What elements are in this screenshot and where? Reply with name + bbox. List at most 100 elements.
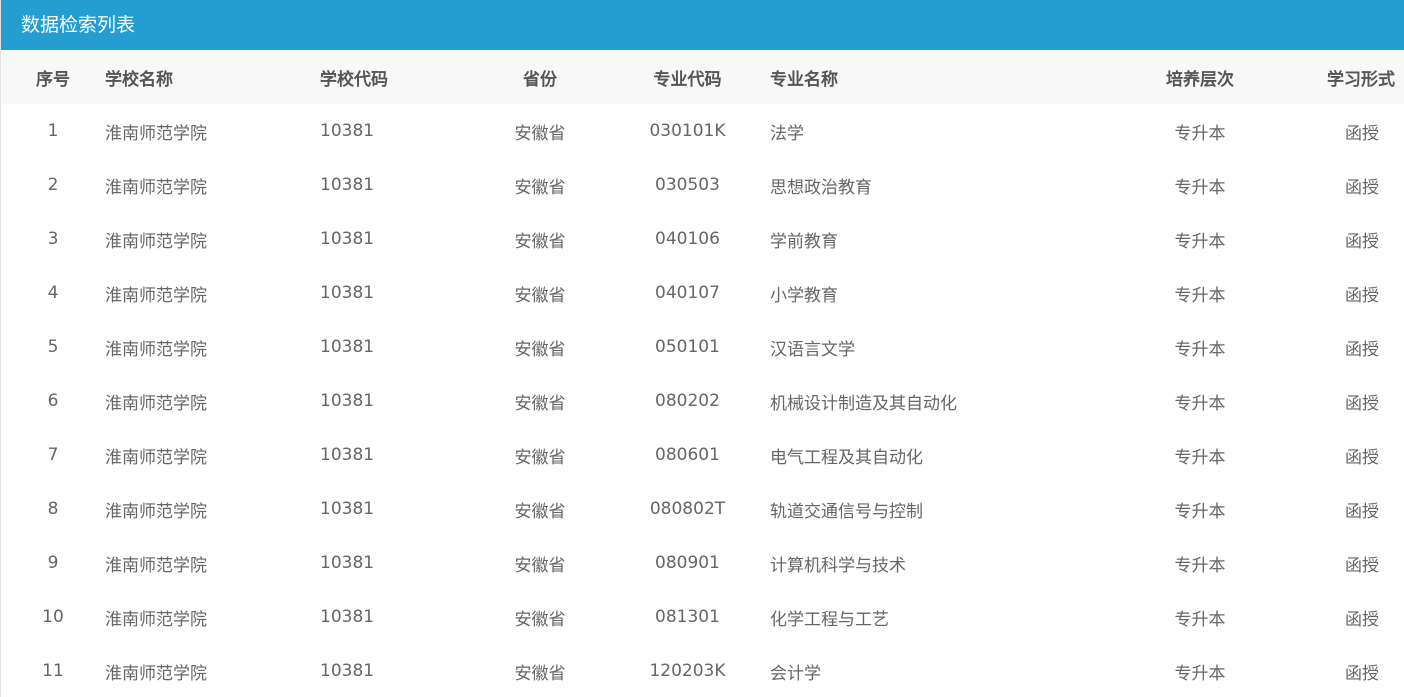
cell-school-code: 10381 [320, 283, 375, 303]
cell-province: 安徽省 [514, 339, 566, 360]
cell-province: 安徽省 [514, 555, 566, 576]
cell-province: 安徽省 [514, 609, 566, 630]
cell-study-form: 函授 [1345, 447, 1379, 468]
cell-study-form: 函授 [1345, 501, 1379, 522]
cell-level: 专升本 [1174, 663, 1226, 684]
cell-index: 1 [47, 121, 59, 141]
cell-major-name: 轨道交通信号与控制 [770, 501, 923, 522]
cell-major-code: 080901 [655, 553, 720, 573]
cell-school-code: 10381 [320, 229, 375, 249]
cell-index: 7 [47, 445, 59, 465]
table-header-row: 序号 学校名称 学校代码 省份 专业代码 专业名称 培养层次 学习形式 [1, 50, 1404, 104]
cell-level: 专升本 [1174, 285, 1226, 306]
cell-school-code: 10381 [320, 391, 375, 411]
table-row: 6 淮南师范学院 10381 安徽省 080202 机械设计制造及其自动化 专升本 函授 [1, 374, 1404, 428]
cell-major-name: 计算机科学与技术 [770, 555, 906, 576]
cell-school-code: 10381 [320, 175, 375, 195]
cell-school-code: 10381 [320, 553, 375, 573]
results-table: 序号 学校名称 学校代码 省份 专业代码 专业名称 培养层次 学习形式 1 淮南师… [1, 50, 1404, 697]
cell-major-name: 电气工程及其自动化 [770, 447, 923, 468]
cell-school-code: 10381 [320, 661, 375, 681]
cell-major-code: 120203K [649, 661, 726, 681]
table-row: 11 淮南师范学院 10381 安徽省 120203K 会计学 专升本 函授 [1, 644, 1404, 697]
table-row: 5 淮南师范学院 10381 安徽省 050101 汉语言文学 专升本 函授 [1, 320, 1404, 374]
cell-school-name: 淮南师范学院 [105, 663, 207, 684]
cell-school-name: 淮南师范学院 [105, 609, 207, 630]
column-header-index: 序号 [36, 69, 70, 90]
cell-major-name: 汉语言文学 [770, 339, 855, 360]
cell-study-form: 函授 [1345, 231, 1379, 252]
table-row: 3 淮南师范学院 10381 安徽省 040106 学前教育 专升本 函授 [1, 212, 1404, 266]
column-header-study-form: 学习形式 [1327, 69, 1395, 90]
cell-major-name: 会计学 [770, 663, 821, 684]
cell-study-form: 函授 [1345, 123, 1379, 144]
cell-school-code: 10381 [320, 499, 375, 519]
cell-study-form: 函授 [1345, 663, 1379, 684]
cell-study-form: 函授 [1345, 609, 1379, 630]
table-row: 8 淮南师范学院 10381 安徽省 080802T 轨道交通信号与控制 专升本 函授 [1, 482, 1404, 536]
cell-school-name: 淮南师范学院 [105, 231, 207, 252]
cell-level: 专升本 [1174, 447, 1226, 468]
table-row: 2 淮南师范学院 10381 安徽省 030503 思想政治教育 专升本 函授 [1, 158, 1404, 212]
cell-study-form: 函授 [1345, 393, 1379, 414]
cell-index: 9 [47, 553, 59, 573]
cell-level: 专升本 [1174, 393, 1226, 414]
column-header-major-code: 专业代码 [653, 69, 722, 90]
cell-study-form: 函授 [1345, 177, 1379, 198]
cell-level: 专升本 [1174, 501, 1226, 522]
table-row: 9 淮南师范学院 10381 安徽省 080901 计算机科学与技术 专升本 函授 [1, 536, 1404, 590]
cell-study-form: 函授 [1345, 339, 1379, 360]
cell-province: 安徽省 [514, 231, 566, 252]
cell-index: 10 [42, 607, 64, 627]
cell-level: 专升本 [1174, 123, 1226, 144]
cell-index: 2 [47, 175, 59, 195]
column-header-major-name: 专业名称 [770, 69, 838, 90]
cell-school-code: 10381 [320, 337, 375, 357]
cell-index: 3 [47, 229, 59, 249]
panel-title: 数据检索列表 [1, 0, 1404, 50]
cell-level: 专升本 [1174, 609, 1226, 630]
cell-index: 8 [47, 499, 59, 519]
cell-province: 安徽省 [514, 447, 566, 468]
cell-province: 安徽省 [514, 501, 566, 522]
cell-school-code: 10381 [320, 445, 375, 465]
column-header-province: 省份 [523, 69, 557, 90]
cell-level: 专升本 [1174, 231, 1226, 252]
cell-major-code: 030503 [655, 175, 720, 195]
cell-school-name: 淮南师范学院 [105, 393, 207, 414]
cell-major-name: 法学 [770, 123, 804, 144]
cell-level: 专升本 [1174, 177, 1226, 198]
cell-school-code: 10381 [320, 121, 375, 141]
cell-province: 安徽省 [514, 177, 566, 198]
cell-index: 5 [47, 337, 59, 357]
cell-study-form: 函授 [1345, 285, 1379, 306]
cell-index: 4 [47, 283, 59, 303]
cell-school-name: 淮南师范学院 [105, 177, 207, 198]
cell-index: 11 [42, 661, 64, 681]
cell-major-code: 040107 [655, 283, 720, 303]
column-header-school-name: 学校名称 [105, 69, 173, 90]
cell-school-name: 淮南师范学院 [105, 285, 207, 306]
column-header-level: 培养层次 [1166, 69, 1234, 90]
cell-level: 专升本 [1174, 555, 1226, 576]
cell-province: 安徽省 [514, 285, 566, 306]
cell-school-name: 淮南师范学院 [105, 339, 207, 360]
cell-school-name: 淮南师范学院 [105, 555, 207, 576]
cell-major-code: 080802T [649, 499, 726, 519]
cell-school-name: 淮南师范学院 [105, 447, 207, 468]
cell-major-name: 化学工程与工艺 [770, 609, 889, 630]
cell-major-name: 机械设计制造及其自动化 [770, 393, 957, 414]
data-search-panel: 数据检索列表 序号 学校名称 学校代码 省份 专业代码 专业名称 培养层次 学习… [0, 0, 1404, 697]
cell-major-name: 思想政治教育 [770, 177, 872, 198]
cell-school-name: 淮南师范学院 [105, 501, 207, 522]
cell-level: 专升本 [1174, 339, 1226, 360]
cell-major-code: 030101K [649, 121, 726, 141]
cell-major-code: 081301 [655, 607, 720, 627]
table-row: 10 淮南师范学院 10381 安徽省 081301 化学工程与工艺 专升本 函授 [1, 590, 1404, 644]
table-row: 1 淮南师范学院 10381 安徽省 030101K 法学 专升本 函授 [1, 104, 1404, 158]
cell-major-code: 050101 [655, 337, 720, 357]
cell-school-name: 淮南师范学院 [105, 123, 207, 144]
column-header-school-code: 学校代码 [320, 69, 388, 90]
cell-major-code: 080202 [655, 391, 720, 411]
cell-province: 安徽省 [514, 663, 566, 684]
